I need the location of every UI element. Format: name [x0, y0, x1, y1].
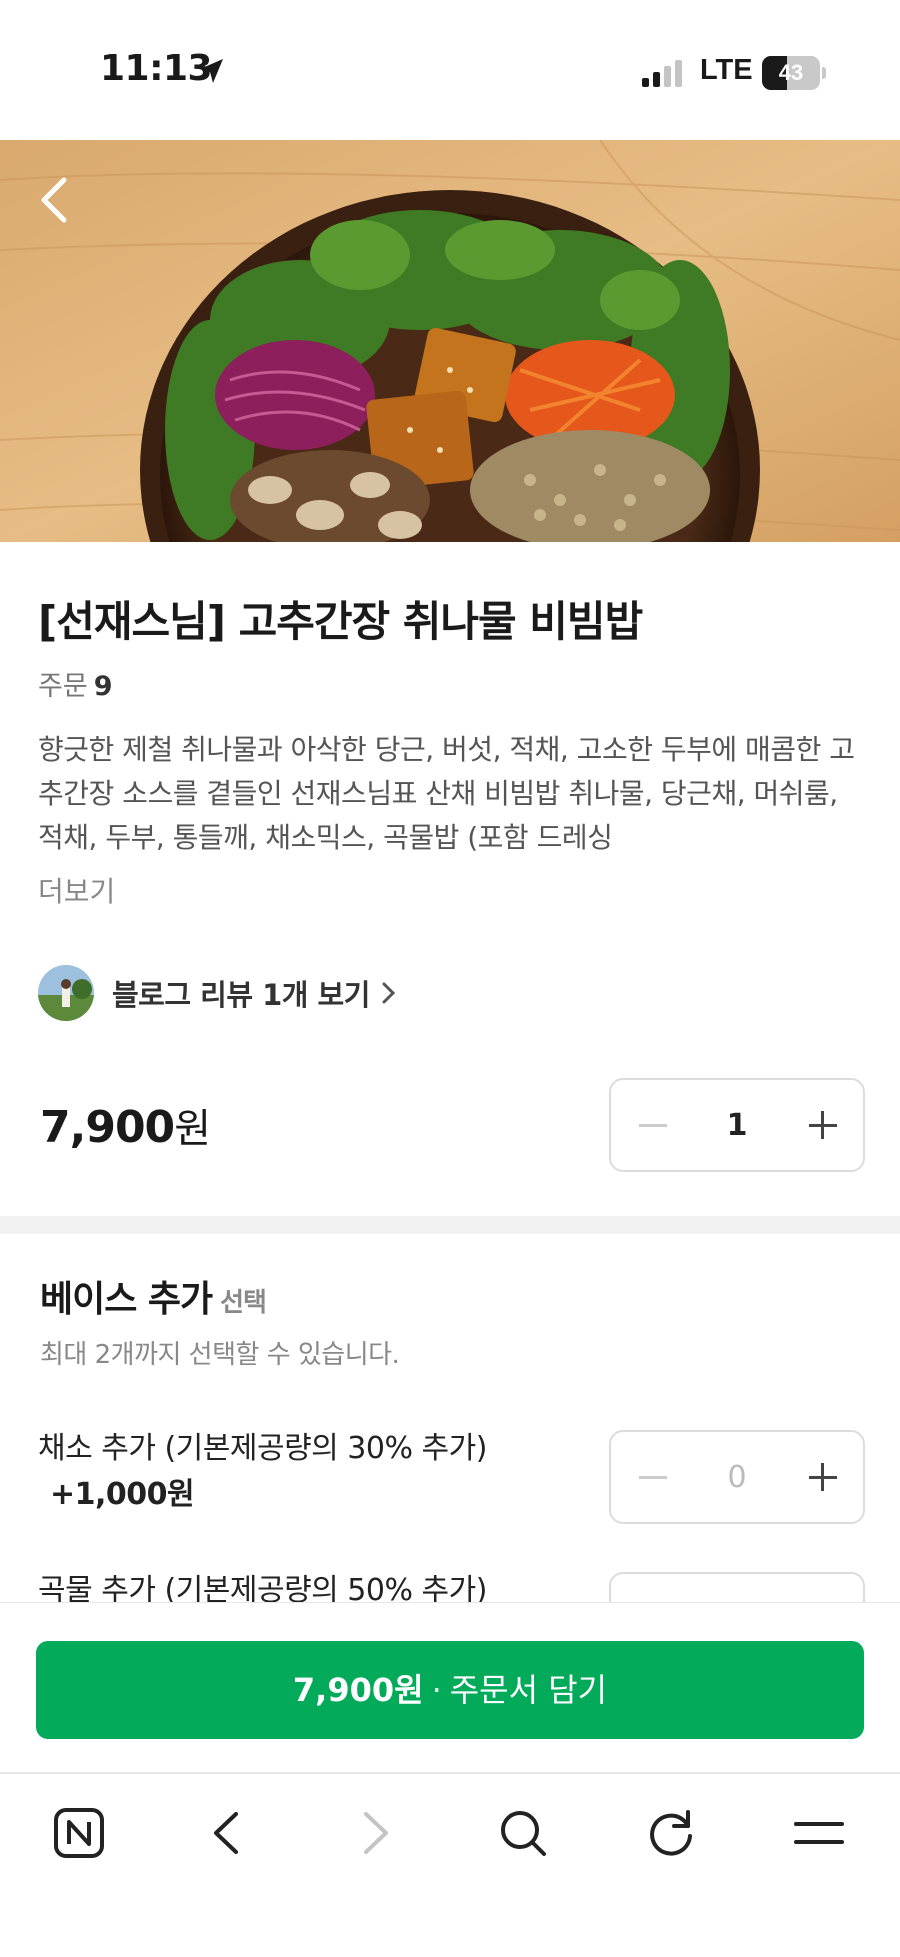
order-label: 주문서 담기 [449, 1671, 608, 1709]
product-price: 7,900원 [40, 1096, 211, 1154]
product-title: [선재스님] 고추간장 취나물 비빔밥 [38, 597, 643, 646]
naver-n-icon[interactable] [46, 1800, 112, 1866]
product-description: 향긋한 제철 취나물과 아삭한 당근, 버섯, 적채, 고소한 두부에 매콤한 … [38, 733, 855, 854]
options-section-title: 베이스 추가 선택 [40, 1270, 267, 1322]
refresh-icon[interactable] [638, 1800, 704, 1866]
option-quantity-stepper: 0 [609, 1430, 865, 1524]
blog-review-link[interactable]: 블로그 리뷰 1개 보기 [38, 964, 398, 1022]
order-separator: · [431, 1671, 442, 1709]
status-bar: 11:13 LTE 43 [0, 0, 900, 140]
chevron-right-icon [382, 982, 396, 1004]
section-divider [0, 1216, 900, 1234]
quantity-value: 1 [726, 1107, 748, 1143]
order-amount: 7,900원 [292, 1671, 424, 1709]
more-link[interactable]: 더보기 [38, 870, 115, 910]
minus-icon [639, 1124, 667, 1127]
location-arrow-icon [200, 59, 223, 83]
browser-toolbar [0, 1772, 900, 1957]
back-arrow-icon[interactable] [30, 170, 80, 230]
product-image [0, 140, 900, 542]
battery-level: 43 [778, 60, 804, 85]
menu-icon[interactable] [786, 1800, 852, 1866]
order-bar: 7,900원 · 주문서 담기 [0, 1602, 900, 1772]
option-name: 채소 추가 (기본제공량의 30% 추가) [38, 1431, 487, 1466]
decrease-button[interactable] [611, 1080, 693, 1170]
order-count-label: 주문 [38, 671, 88, 702]
optional-tag: 선택 [220, 1288, 267, 1318]
bibimbap-bowl-image [0, 140, 900, 542]
avatar [38, 965, 94, 1021]
network-type: LTE [700, 54, 753, 86]
increase-button[interactable] [781, 1432, 863, 1522]
option-item-vegetable[interactable]: 채소 추가 (기본제공량의 30% 추가) +1,000원 [38, 1426, 487, 1518]
order-count: 주문 9 [38, 664, 112, 703]
options-title: 베이스 추가 [40, 1279, 213, 1320]
search-icon[interactable] [490, 1800, 556, 1866]
options-subtitle: 최대 2개까지 선택할 수 있습니다. [40, 1340, 400, 1370]
battery-icon: 43 [762, 56, 826, 90]
cellular-signal-icon [642, 60, 682, 87]
increase-button[interactable] [781, 1080, 863, 1170]
add-to-order-button[interactable]: 7,900원 · 주문서 담기 [36, 1641, 864, 1739]
price-number: 7,900 [40, 1102, 175, 1153]
decrease-button[interactable] [611, 1432, 693, 1522]
quantity-value: 0 [727, 1459, 747, 1495]
quantity-stepper: 1 [609, 1078, 865, 1172]
blog-review-label: 블로그 리뷰 1개 보기 [112, 978, 370, 1012]
price-unit: 원 [174, 1106, 211, 1152]
order-count-value: 9 [93, 671, 113, 702]
minus-icon [639, 1476, 667, 1479]
back-icon[interactable] [194, 1800, 260, 1866]
forward-icon[interactable] [342, 1800, 408, 1866]
option-price: +1,000원 [50, 1477, 195, 1512]
